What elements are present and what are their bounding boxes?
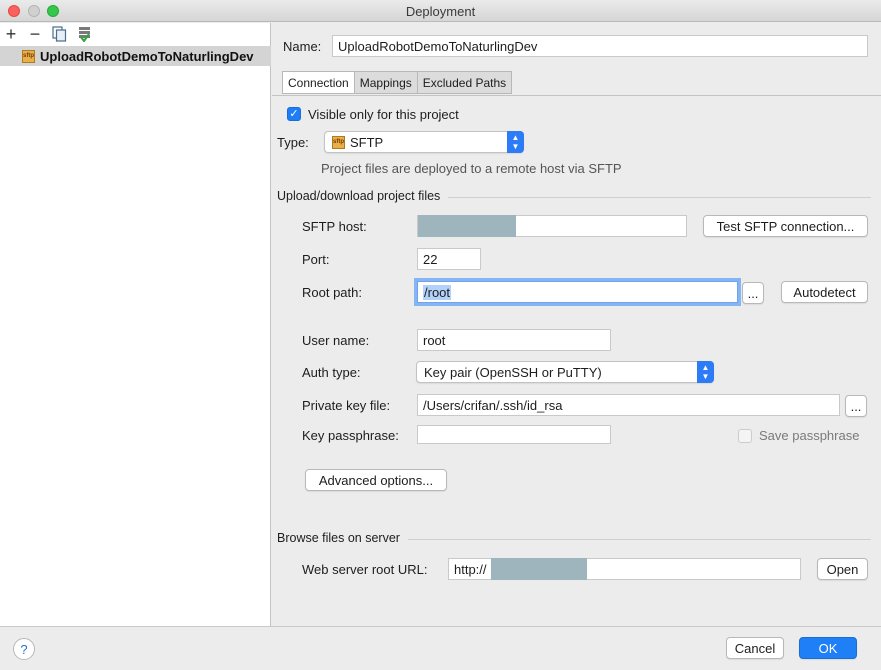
port-input[interactable]: 22	[417, 248, 481, 270]
tab-excluded-paths[interactable]: Excluded Paths	[417, 71, 513, 94]
private-key-input[interactable]: /Users/crifan/.ssh/id_rsa	[417, 394, 840, 416]
test-sftp-connection-button[interactable]: Test SFTP connection...	[703, 215, 868, 237]
copy-icon	[51, 26, 66, 42]
user-name-label: User name:	[302, 333, 370, 348]
port-label: Port:	[302, 252, 330, 267]
private-key-browse-button[interactable]: ...	[845, 395, 867, 417]
root-path-value: /root	[423, 285, 452, 300]
type-label: Type:	[277, 135, 309, 150]
cancel-button[interactable]: Cancel	[726, 637, 784, 659]
auth-type-select[interactable]: Key pair (OpenSSH or PuTTY) ▲ ▼	[416, 361, 714, 383]
browse-section-title: Browse files on server	[277, 531, 400, 545]
title-bar: Deployment	[0, 0, 881, 22]
redacted-url	[491, 558, 587, 580]
auth-type-value: Key pair (OpenSSH or PuTTY)	[424, 364, 602, 380]
web-url-label: Web server root URL:	[302, 562, 428, 577]
server-settings-panel: Name: UploadRobotDemoToNaturlingDev Conn…	[272, 23, 881, 626]
visible-only-label: Visible only for this project	[308, 107, 459, 122]
save-passphrase-checkbox[interactable]	[738, 429, 752, 443]
upload-section-divider	[448, 197, 871, 198]
server-list-panel: + − sftp UploadRobotDemoToNaturlingDev	[0, 23, 271, 626]
copy-server-button[interactable]	[49, 24, 69, 44]
browse-section-divider	[408, 539, 871, 540]
private-key-label: Private key file:	[302, 398, 391, 413]
type-description: Project files are deployed to a remote h…	[321, 161, 622, 176]
auth-type-label: Auth type:	[302, 365, 361, 380]
type-value: SFTP	[350, 134, 384, 150]
upload-section-title: Upload/download project files	[277, 189, 441, 203]
plus-icon: +	[5, 23, 17, 44]
key-passphrase-input[interactable]	[417, 425, 611, 444]
root-path-browse-button[interactable]: ...	[742, 282, 764, 304]
visible-only-checkbox[interactable]: ✓	[287, 107, 301, 121]
add-server-button[interactable]: +	[1, 24, 21, 44]
open-url-button[interactable]: Open	[817, 558, 868, 580]
help-button[interactable]: ?	[13, 638, 35, 660]
type-select[interactable]: sftp SFTP ▲ ▼	[324, 131, 524, 153]
set-default-server-button[interactable]	[74, 24, 94, 44]
remove-server-button[interactable]: −	[25, 24, 45, 44]
settings-tabs: Connection Mappings Excluded Paths	[282, 71, 513, 94]
help-icon: ?	[20, 641, 28, 657]
tab-connection[interactable]: Connection	[282, 71, 355, 94]
sftp-icon: sftp	[332, 135, 345, 149]
chevron-up-down-icon: ▲ ▼	[697, 361, 714, 383]
sftp-server-icon: sftp	[22, 49, 35, 63]
name-label: Name:	[283, 39, 322, 54]
name-input[interactable]: UploadRobotDemoToNaturlingDev	[332, 35, 868, 57]
save-passphrase-label: Save passphrase	[759, 428, 860, 443]
advanced-options-button[interactable]: Advanced options...	[305, 469, 447, 491]
default-server-icon	[78, 27, 90, 42]
user-name-input[interactable]: root	[417, 329, 611, 351]
minus-icon: −	[29, 23, 41, 44]
ok-button[interactable]: OK	[799, 637, 857, 659]
server-toolbar: + −	[0, 23, 271, 45]
root-path-input[interactable]: /root	[417, 281, 738, 303]
key-passphrase-label: Key passphrase:	[302, 428, 399, 443]
sftp-host-label: SFTP host:	[302, 219, 367, 234]
redacted-host	[418, 215, 516, 237]
root-path-label: Root path:	[302, 285, 362, 300]
tab-divider	[272, 95, 881, 96]
server-name: UploadRobotDemoToNaturlingDev	[40, 48, 254, 64]
tab-mappings[interactable]: Mappings	[354, 71, 418, 94]
server-list-item[interactable]: sftp UploadRobotDemoToNaturlingDev	[0, 46, 271, 66]
window-title: Deployment	[405, 4, 476, 19]
autodetect-button[interactable]: Autodetect	[781, 281, 868, 303]
chevron-up-down-icon: ▲ ▼	[507, 131, 524, 153]
